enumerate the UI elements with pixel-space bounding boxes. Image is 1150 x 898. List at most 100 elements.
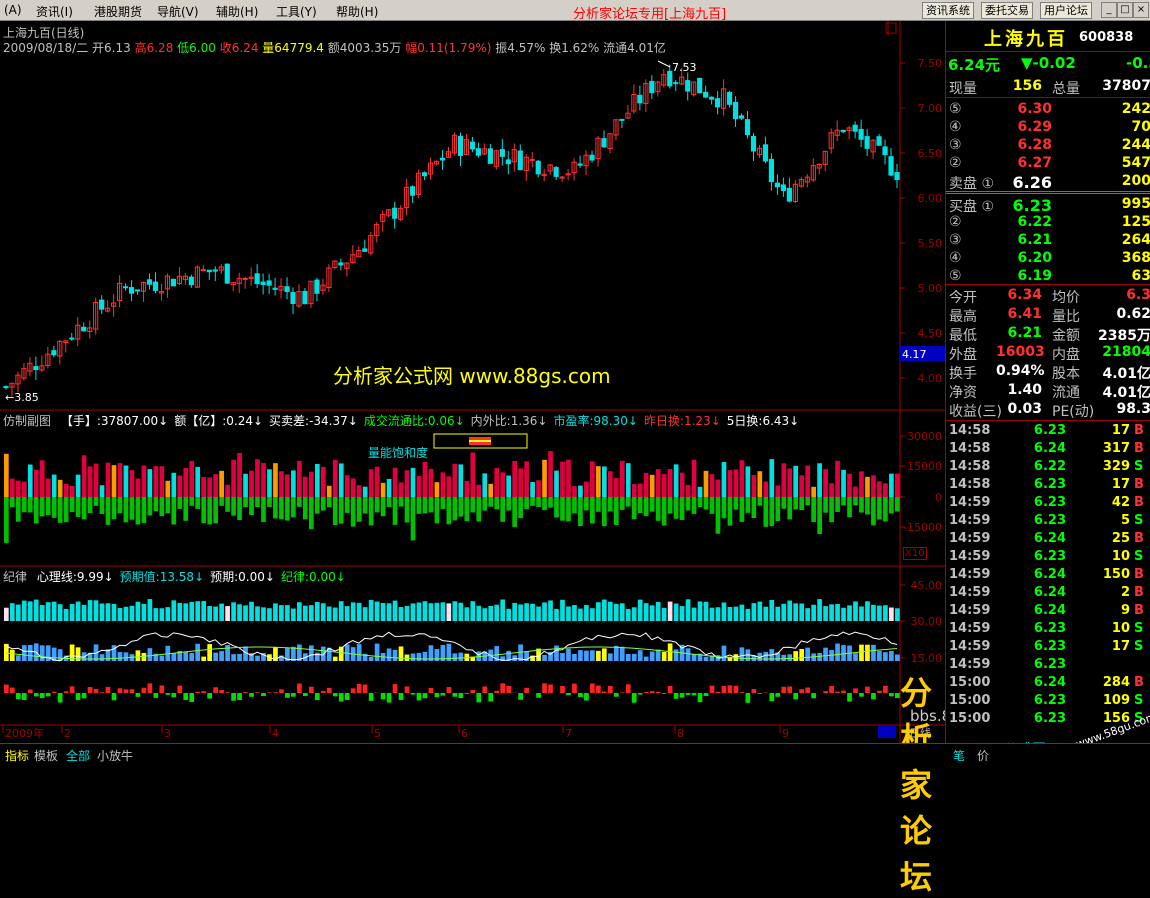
- quote-stock-code: 600838: [1079, 30, 1133, 45]
- psy-bar: [644, 603, 649, 621]
- menu-item-news[interactable]: 资讯(I): [36, 3, 73, 20]
- volume-bar: [165, 481, 170, 497]
- scale-tag[interactable]: X10: [903, 547, 927, 560]
- candle-body: [506, 160, 510, 164]
- expect-bar: [602, 648, 607, 661]
- stat-value: 98.3: [1086, 401, 1150, 417]
- discipline-bar: [859, 693, 864, 697]
- volume-bar: [195, 467, 200, 497]
- discipline-bar: [136, 693, 141, 697]
- forum-watermark: 分析家论坛: [900, 668, 945, 898]
- tab-price[interactable]: 价: [977, 747, 989, 764]
- tick-time: 14:59: [949, 531, 990, 546]
- volume-bar-neg: [554, 497, 559, 518]
- order-price: 6.22: [1006, 214, 1052, 230]
- volume-bar: [740, 460, 745, 497]
- expect-bar: [237, 654, 242, 661]
- tab-indicator[interactable]: 指标: [5, 747, 29, 764]
- order-level-label: ⑤: [949, 268, 962, 284]
- forum-button[interactable]: 用户论坛: [1040, 2, 1092, 19]
- time-scroll-marker[interactable]: [878, 726, 896, 738]
- volume-bar-neg: [877, 497, 882, 519]
- volume-bar-neg: [40, 497, 45, 516]
- quote-stock-name: 上海九百: [984, 25, 1068, 51]
- candle-body: [763, 145, 767, 161]
- volume-bar-neg: [799, 497, 804, 510]
- volume-bar: [28, 465, 33, 497]
- candle-body: [207, 270, 211, 271]
- volume-bar: [536, 480, 541, 497]
- menu-item-a[interactable]: (A): [4, 3, 22, 17]
- discipline-bar: [34, 693, 39, 696]
- volume-bar: [889, 474, 894, 497]
- maximize-icon[interactable]: □: [1117, 2, 1133, 18]
- expect-bar: [883, 652, 888, 661]
- discipline-bar: [596, 686, 601, 693]
- trade-button[interactable]: 委托交易: [981, 2, 1033, 19]
- minimize-icon[interactable]: _: [1101, 2, 1117, 18]
- close-icon[interactable]: ×: [1133, 2, 1149, 18]
- candle-body: [458, 136, 462, 155]
- discipline-bar: [482, 686, 487, 693]
- psy-bar: [453, 601, 458, 621]
- menu-item-help[interactable]: 帮助(H): [336, 3, 378, 20]
- sub2-field: 心理线:9.99↓: [37, 570, 114, 584]
- expect-bar: [148, 648, 153, 661]
- volume-bar-neg: [375, 497, 380, 512]
- expect-bar: [255, 656, 260, 661]
- psy-bar: [28, 601, 33, 621]
- tick-row: 14:596.2425B: [946, 531, 1150, 549]
- expect-bar: [231, 654, 236, 661]
- tab-all[interactable]: 全部: [66, 747, 90, 764]
- psy-bar: [76, 602, 81, 621]
- psy-bar: [811, 605, 816, 621]
- volume-bar: [716, 480, 721, 497]
- candle-body: [470, 142, 474, 149]
- tab-template[interactable]: 模板: [34, 747, 58, 764]
- discipline-bar: [327, 688, 332, 693]
- menu-item-assist[interactable]: 辅助(H): [216, 3, 258, 20]
- candle-body: [70, 338, 74, 339]
- discipline-bar: [345, 693, 350, 700]
- candle-body: [285, 287, 289, 292]
- psy-bar: [261, 607, 266, 621]
- volume-bar: [895, 474, 900, 497]
- candle-body: [411, 187, 415, 196]
- volume-bar: [668, 469, 673, 497]
- volume-bar-neg: [225, 497, 230, 512]
- volume-bar-neg: [453, 497, 458, 520]
- discipline-bar: [584, 693, 589, 701]
- candle-body: [650, 81, 654, 92]
- volume-bar-neg: [805, 497, 810, 505]
- volume-bar: [632, 484, 637, 497]
- tick-price: 6.24: [1026, 585, 1066, 600]
- sub1-field: 【手】:37807.00↓: [61, 414, 168, 428]
- tab-trades[interactable]: 笔: [953, 747, 965, 764]
- volume-bar: [518, 468, 523, 497]
- candle-body: [739, 116, 743, 118]
- info-low: 低6.00: [177, 41, 216, 55]
- expect-bar: [614, 646, 619, 661]
- psy-bar: [441, 602, 446, 621]
- expect-bar: [632, 654, 637, 661]
- tick-time: 15:00: [949, 675, 990, 690]
- candle-body: [877, 137, 881, 146]
- news-system-button[interactable]: 资讯系统: [922, 2, 974, 19]
- tick-volume: 9: [1082, 603, 1130, 618]
- discipline-bar: [423, 693, 428, 698]
- menu-item-nav[interactable]: 导航(V): [157, 3, 199, 20]
- volume-bar-neg: [787, 497, 792, 519]
- menu-item-tools[interactable]: 工具(Y): [276, 3, 317, 20]
- volume-bar: [494, 468, 499, 497]
- stat-value: 0.94%: [996, 363, 1042, 379]
- tab-xiaofangniu[interactable]: 小放牛: [97, 747, 133, 764]
- order-level-label: 卖盘 ①: [949, 173, 994, 193]
- sub2-title: 纪律: [3, 570, 27, 584]
- chart-area[interactable]: 7.507.006.506.005.505.004.504.004.177.53…: [0, 21, 945, 743]
- menu-item-hk-futures[interactable]: 港股期货: [94, 3, 142, 20]
- candle-body: [500, 150, 504, 157]
- buy-row: ②6.22125: [946, 214, 1150, 232]
- psy-bar: [536, 607, 541, 621]
- volume-bar-neg: [339, 497, 344, 524]
- volume-bar-neg: [237, 497, 242, 520]
